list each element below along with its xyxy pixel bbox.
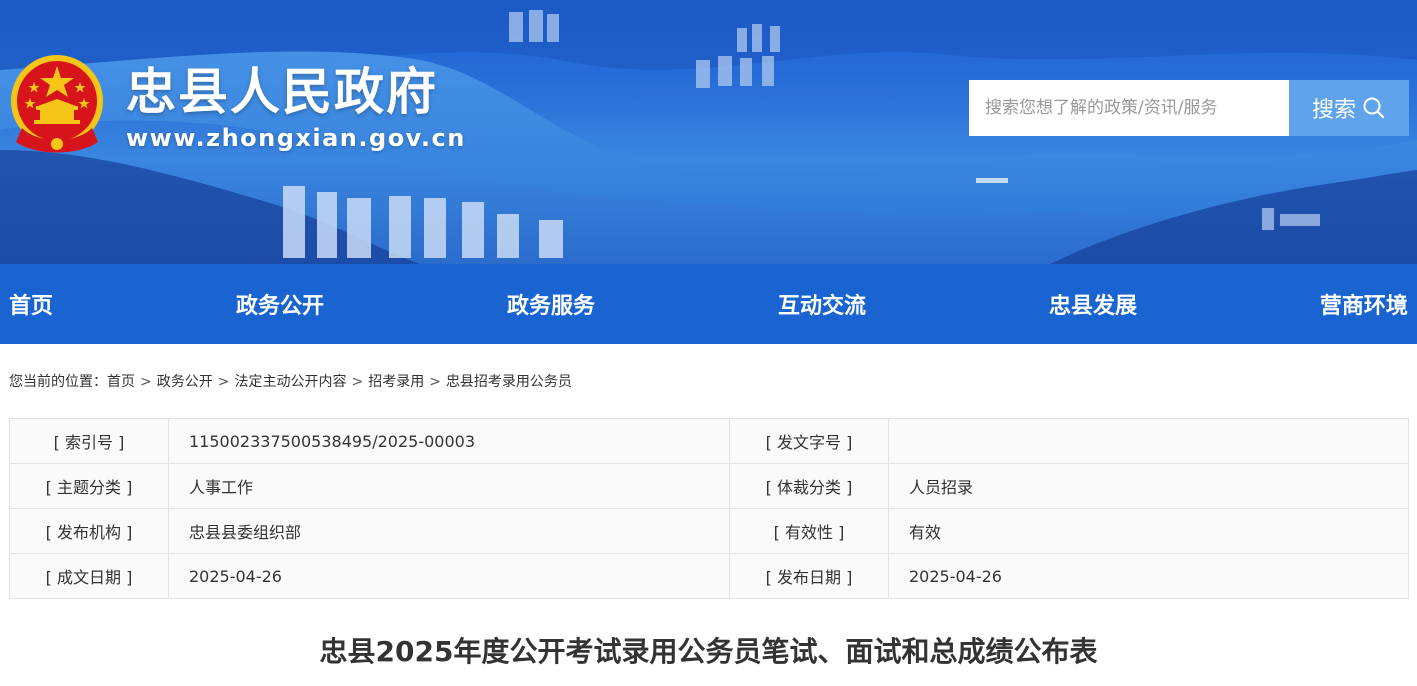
topic-category-value: 人事工作 [168, 463, 730, 509]
breadcrumb-separator: > [429, 374, 441, 390]
search-input[interactable] [969, 80, 1289, 136]
index-number-value: 115002337500538495/2025-00003 [168, 418, 730, 464]
nav-item-interaction[interactable]: 互动交流 [778, 288, 866, 320]
table-row: [ 索引号 ] 115002337500538495/2025-00003 [ … [9, 418, 1409, 464]
breadcrumb-separator: > [140, 374, 152, 390]
nav-item-development[interactable]: 忠县发展 [1049, 288, 1137, 320]
written-date-label: [ 成文日期 ] [9, 553, 169, 599]
breadcrumb-prefix: 您当前的位置： [9, 374, 107, 390]
validity-value: 有效 [888, 508, 1409, 554]
nav-item-business-environment[interactable]: 营商环境 [1320, 288, 1408, 320]
search-icon [1363, 97, 1385, 119]
index-number-label: [ 索引号 ] [9, 418, 169, 464]
search-button-label: 搜索 [1311, 98, 1356, 123]
breadcrumb-link-government-affairs[interactable]: 政务公开 [157, 374, 213, 390]
publish-date-label: [ 发布日期 ] [729, 553, 889, 599]
breadcrumb-separator: > [217, 374, 230, 390]
document-number-value [888, 418, 1409, 464]
validity-label: [ 有效性 ] [729, 508, 889, 554]
breadcrumb: 您当前的位置：首页 > 政务公开 > 法定主动公开内容 > 招考录用 > 忠县招考录用公务员 [9, 371, 572, 391]
breadcrumb-link-civil-servant-recruitment[interactable]: 忠县招考录用公务员 [446, 374, 572, 390]
site-title[interactable]: 忠县人民政府 [126, 52, 438, 124]
header-banner: 忠县人民政府 www.zhongxian.gov.cn 搜索 [0, 0, 1417, 264]
main-nav: 首页 政务公开 政务服务 互动交流 忠县发展 营商环境 [0, 264, 1417, 344]
table-row: [ 发布机构 ] 忠县县委组织部 [ 有效性 ] 有效 [9, 508, 1409, 554]
issuing-agency-label: [ 发布机构 ] [9, 508, 169, 554]
site-url: www.zhongxian.gov.cn [126, 124, 466, 152]
national-emblem-icon [11, 55, 103, 153]
table-row: [ 主题分类 ] 人事工作 [ 体裁分类 ] 人员招录 [9, 463, 1409, 509]
document-info-table: [ 索引号 ] 115002337500538495/2025-00003 [ … [9, 418, 1409, 599]
publish-date-value: 2025-04-26 [888, 553, 1409, 599]
breadcrumb-link-statutory-disclosure[interactable]: 法定主动公开内容 [234, 374, 346, 390]
topic-category-label: [ 主题分类 ] [9, 463, 169, 509]
breadcrumb-link-recruitment[interactable]: 招考录用 [368, 374, 424, 390]
written-date-value: 2025-04-26 [168, 553, 730, 599]
table-row: [ 成文日期 ] 2025-04-26 [ 发布日期 ] 2025-04-26 [9, 553, 1409, 599]
breadcrumb-separator: > [351, 374, 364, 390]
issuing-agency-value: 忠县县委组织部 [168, 508, 730, 554]
breadcrumb-link-home[interactable]: 首页 [107, 374, 135, 390]
search-button[interactable]: 搜索 [1289, 80, 1409, 136]
article-title: 忠县2025年度公开考试录用公务员笔试、面试和总成绩公布表 [319, 635, 1098, 668]
genre-category-value: 人员招录 [888, 463, 1409, 509]
nav-item-government-affairs[interactable]: 政务公开 [236, 288, 324, 320]
document-number-label: [ 发文字号 ] [729, 418, 889, 464]
genre-category-label: [ 体裁分类 ] [729, 463, 889, 509]
nav-item-government-services[interactable]: 政务服务 [507, 288, 595, 320]
nav-item-home[interactable]: 首页 [9, 288, 53, 320]
